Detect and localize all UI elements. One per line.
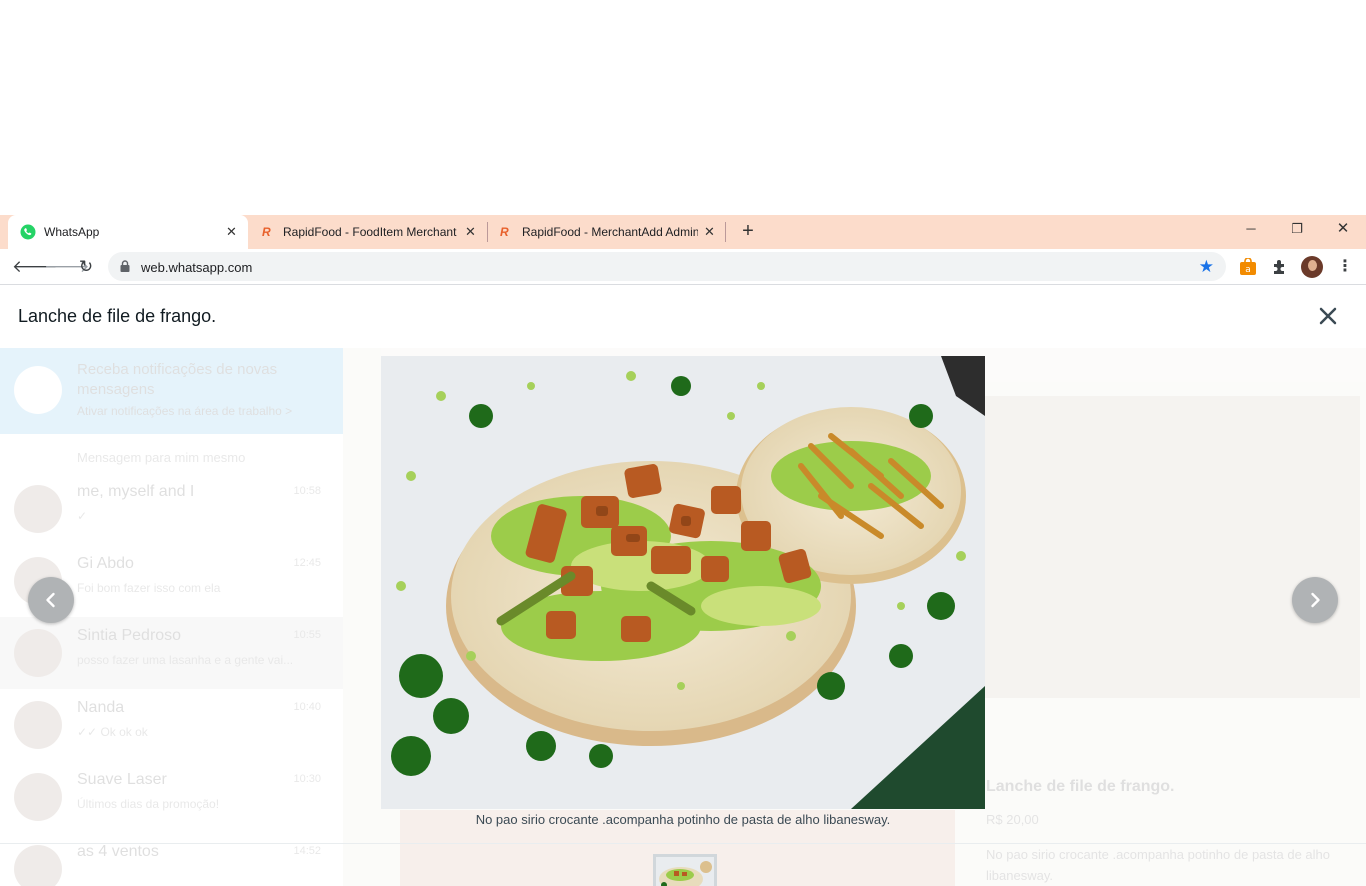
rapidfood-icon: R (500, 225, 509, 239)
reload-icon[interactable]: ↻ (76, 257, 96, 277)
chat-name: Gi Abdo (77, 555, 134, 572)
tab-title: RapidFood - FoodItem Merchant (283, 225, 457, 239)
new-tab-button[interactable]: + (738, 221, 758, 241)
avatar (14, 629, 62, 677)
next-button[interactable] (1292, 577, 1338, 623)
list-item[interactable]: Sintia Pedroso posso fazer uma lasanha e… (0, 617, 343, 689)
notify-title: Receba notificações de novas mensagens (77, 361, 278, 398)
chat-name: Suave Laser (77, 771, 167, 788)
divider (0, 843, 1366, 844)
chat-name: me, myself and I (77, 483, 195, 500)
url-text: web.whatsapp.com (141, 260, 253, 275)
blank-area (0, 0, 1366, 215)
avatar (14, 701, 62, 749)
photo-caption: No pao sirio crocante .acompanha potinho… (475, 812, 891, 827)
tab-separator (487, 222, 488, 242)
extensions-puzzle-icon[interactable] (1271, 258, 1289, 276)
chat-message: ✓✓ Ok ok ok (77, 725, 148, 739)
list-item[interactable]: Suave Laser Últimos dias da promoção! 10… (0, 761, 343, 833)
chat-name: Sintia Pedroso (77, 627, 182, 644)
product-photo (985, 396, 1360, 698)
avatar (14, 845, 62, 886)
chat-time: 10:58 (293, 485, 321, 497)
close-icon[interactable]: ✕ (226, 224, 237, 240)
notification-banner: Receba notificações de novas mensagens A… (0, 348, 343, 434)
tab-title: RapidFood - MerchantAdd Admin (522, 225, 698, 239)
previous-button[interactable] (28, 577, 74, 623)
chat-time: 10:55 (293, 629, 321, 641)
avatar[interactable] (1301, 256, 1323, 278)
restore-icon[interactable]: ❐ (1287, 219, 1307, 239)
address-bar[interactable]: web.whatsapp.com ★ (108, 252, 1226, 281)
product-price: R$ 20,00 (986, 812, 1039, 827)
chat-time: 14:52 (293, 845, 321, 857)
avatar (14, 773, 62, 821)
chat-message: posso fazer uma lasanha e a gente vai... (77, 653, 294, 667)
tab-whatsapp[interactable]: WhatsApp ✕ (8, 215, 248, 249)
tab-bar: WhatsApp ✕ R RapidFood - FoodItem Mercha… (0, 215, 1366, 249)
media-title: Lanche de file de frango. (18, 306, 217, 326)
pin-text: Mensagem para mim mesmo (77, 450, 246, 465)
menu-kebab-icon[interactable]: ⋮ (1337, 258, 1353, 276)
product-title: Lanche de file de frango. (986, 778, 1175, 795)
chat-message: Últimos dias da promoção! (77, 797, 220, 811)
chat-name: as 4 ventos (77, 843, 159, 860)
chat-time: 12:45 (293, 557, 321, 569)
minimize-icon[interactable]: ─ (1241, 219, 1261, 239)
list-item[interactable]: Nanda ✓✓ Ok ok ok 10:40 (0, 689, 343, 761)
product-description: No pao sirio crocante .acompanha potinho… (986, 847, 1331, 883)
chat-time: 10:40 (293, 701, 321, 713)
chat-name: Nanda (77, 699, 125, 716)
chevron-left-icon (46, 592, 55, 608)
lock-icon (120, 260, 130, 272)
avatar (14, 485, 62, 533)
list-item[interactable]: me, myself and I ✓ 10:58 (0, 473, 343, 545)
tab-merchantadd[interactable]: R RapidFood - MerchantAdd Admin ✕ (490, 215, 724, 249)
notify-sub: Ativar notificações na área de trabalho … (77, 404, 293, 418)
rapidfood-icon: R (262, 225, 271, 239)
food-photo (381, 356, 985, 809)
forward-arrow-icon[interactable]: 🡒 (44, 257, 90, 277)
tab-title: WhatsApp (44, 225, 100, 239)
close-icon[interactable]: ✕ (704, 224, 715, 240)
tab-separator (725, 222, 726, 242)
media-viewer-header: Lanche de file de frango. (0, 286, 1366, 348)
svg-text:a: a (1245, 265, 1251, 275)
thumbnail[interactable] (653, 854, 717, 886)
list-item[interactable]: as 4 ventos 14:52 (0, 833, 343, 886)
chat-time: 10:30 (293, 773, 321, 785)
chat-message: Foi bom fazer isso com ela (77, 581, 221, 595)
tab-fooditem[interactable]: R RapidFood - FoodItem Merchant ✕ (252, 215, 486, 249)
shopping-extension-icon[interactable]: a (1239, 258, 1257, 276)
browser-toolbar: 🡐 🡒 ↻ web.whatsapp.com ★ a ⋮ (0, 249, 1366, 285)
whatsapp-icon (20, 224, 36, 240)
bookmark-star-icon[interactable]: ★ (1199, 257, 1214, 277)
close-icon[interactable]: ✕ (465, 224, 476, 240)
back-arrow-icon[interactable]: 🡐 (12, 257, 58, 277)
chat-message: ✓ (77, 509, 88, 523)
close-icon[interactable] (1314, 302, 1342, 330)
window-close-icon[interactable]: ✕ (1333, 219, 1353, 239)
chevron-right-icon (1311, 592, 1320, 608)
